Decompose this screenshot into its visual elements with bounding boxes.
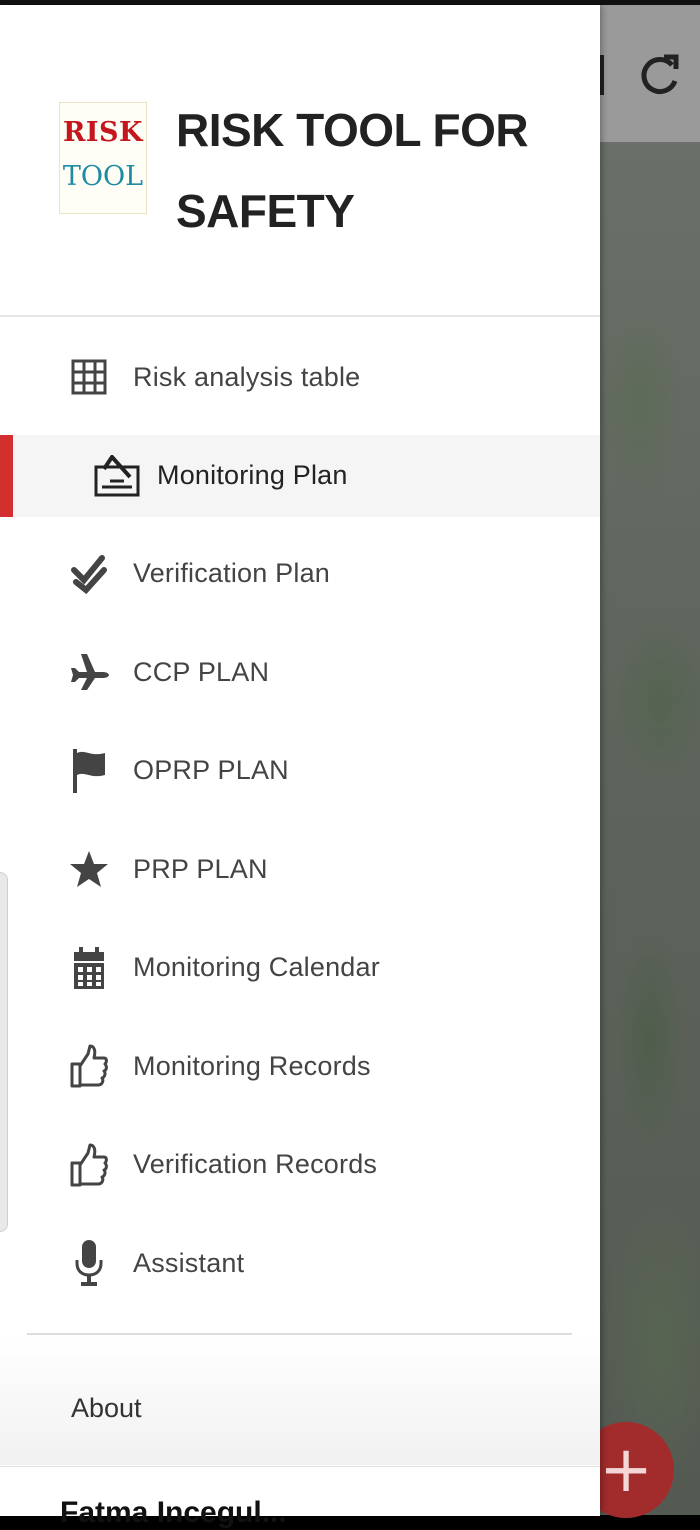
menu-item-monitoring-plan[interactable]: Monitoring Plan — [0, 434, 600, 517]
menu-label: PRP PLAN — [133, 853, 268, 884]
thumbs-up-icon — [68, 1143, 110, 1187]
menu-label: Verification Records — [133, 1149, 378, 1180]
menu-label: Risk analysis table — [133, 361, 361, 392]
drawer-header: RISK TOOL RISK TOOL FOR SAFETY — [0, 5, 600, 317]
menu-item-prp-plan[interactable]: PRP PLAN — [0, 820, 600, 919]
about-link[interactable]: About — [71, 1393, 142, 1424]
drawer-menu: Risk analysis table Monitoring Plan Veri… — [0, 328, 600, 1313]
menu-divider — [27, 1333, 572, 1335]
signature-icon — [93, 454, 141, 497]
app-title: RISK TOOL FOR SAFETY — [176, 104, 529, 237]
navigation-drawer: RISK TOOL RISK TOOL FOR SAFETY Risk anal… — [0, 5, 600, 1515]
flag-icon — [68, 748, 110, 793]
menu-item-oprp-plan[interactable]: OPRP PLAN — [0, 722, 600, 821]
menu-label: Verification Plan — [133, 558, 331, 589]
menu-label: OPRP PLAN — [133, 755, 289, 786]
menu-item-assistant[interactable]: Assistant — [0, 1214, 600, 1313]
thumbs-up-icon — [68, 1044, 110, 1088]
menu-label: CCP PLAN — [133, 656, 270, 687]
menu-item-risk-analysis-table[interactable]: Risk analysis table — [0, 328, 600, 427]
menu-label: Monitoring Calendar — [133, 952, 380, 983]
user-name: Fatma Incegul... — [60, 1496, 287, 1529]
plane-icon — [68, 651, 110, 693]
menu-label: Monitoring Records — [133, 1050, 371, 1081]
app-logo: RISK TOOL — [59, 102, 147, 214]
menu-item-verification-records[interactable]: Verification Records — [0, 1116, 600, 1215]
drawer-edge-handle[interactable] — [0, 872, 8, 1232]
calendar-icon — [68, 946, 110, 989]
menu-item-ccp-plan[interactable]: CCP PLAN — [0, 623, 600, 722]
menu-item-monitoring-calendar[interactable]: Monitoring Calendar — [0, 919, 600, 1018]
menu-label: Monitoring Plan — [157, 460, 348, 490]
double-check-icon — [68, 553, 110, 595]
logo-text-tool: TOOL — [62, 161, 144, 192]
star-icon — [68, 848, 110, 890]
logo-text-risk: RISK — [62, 117, 144, 148]
menu-item-verification-plan[interactable]: Verification Plan — [0, 525, 600, 624]
refresh-icon[interactable] — [638, 51, 680, 97]
menu-item-monitoring-records[interactable]: Monitoring Records — [0, 1017, 600, 1116]
selection-indicator — [0, 434, 13, 517]
microphone-icon — [68, 1240, 110, 1287]
menu-label: Assistant — [133, 1247, 245, 1278]
table-grid-icon — [68, 356, 110, 398]
